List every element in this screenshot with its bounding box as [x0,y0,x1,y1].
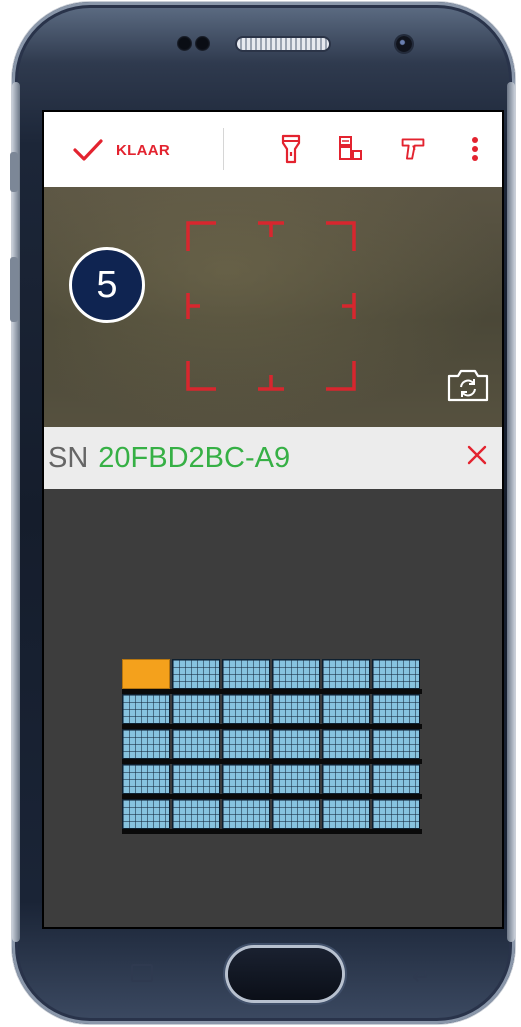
phone-right-rim [507,82,515,942]
serial-number-value: 20FBD2BC-A9 [98,441,291,474]
volume-down-button [10,257,18,322]
toolbar: KLAAR [44,112,502,188]
solar-panel[interactable] [172,694,220,724]
solar-panel[interactable] [272,694,320,724]
front-camera [396,36,412,52]
solar-panel[interactable] [172,764,220,794]
switch-camera-icon[interactable] [446,367,490,403]
solar-panel[interactable] [222,659,270,689]
flashlight-icon[interactable] [278,134,304,164]
solar-panel[interactable] [272,729,320,759]
volume-up-button [10,152,18,192]
serial-prefix: SN [48,441,89,474]
panel-grid [122,659,422,834]
solar-panel[interactable] [322,729,370,759]
solar-panel[interactable] [172,659,220,689]
scan-target-frame [186,221,356,391]
back-key: ↵ [412,964,431,989]
solar-panel[interactable] [122,694,170,724]
solar-panel[interactable] [322,659,370,689]
solar-panel[interactable] [172,729,220,759]
panel-row [122,694,422,729]
solar-panel[interactable] [222,764,270,794]
solar-panel[interactable] [372,799,420,829]
app-screen: KLAAR 5 SN 20FBD2BC-A9 [42,110,504,929]
toolbar-divider [223,128,224,170]
solar-panel[interactable] [322,694,370,724]
solar-panel[interactable] [122,729,170,759]
done-label: KLAAR [116,141,170,159]
solar-panel[interactable] [372,694,420,724]
step-number-badge: 5 [69,247,145,323]
panel-row [122,659,422,694]
solar-panel[interactable] [272,659,320,689]
sensor-dots [177,36,213,56]
solar-panel[interactable] [322,799,370,829]
serial-number-bar: SN 20FBD2BC-A9 [44,427,502,489]
phone-left-rim [12,82,20,942]
recent-apps-key [127,964,153,984]
home-button [228,948,342,1000]
solar-panel[interactable] [272,764,320,794]
solar-panel-selected[interactable] [122,659,170,689]
done-button[interactable]: KLAAR [72,130,170,170]
panel-layout-area [44,489,502,927]
solar-panel[interactable] [372,729,420,759]
solar-panel[interactable] [222,799,270,829]
solar-panel[interactable] [222,694,270,724]
solar-panel[interactable] [372,764,420,794]
panel-row [122,729,422,764]
solar-panel[interactable] [272,799,320,829]
solar-panel[interactable] [322,764,370,794]
barcode-scanner-icon[interactable] [400,134,426,164]
earpiece-speaker [237,38,329,50]
scan-mode-icon[interactable] [337,134,363,164]
more-vert-icon[interactable] [468,134,482,164]
solar-panel[interactable] [172,799,220,829]
solar-panel[interactable] [372,659,420,689]
solar-panel[interactable] [122,799,170,829]
solar-panel[interactable] [222,729,270,759]
solar-panel[interactable] [122,764,170,794]
camera-viewfinder[interactable]: 5 [44,187,502,427]
close-icon [467,445,487,465]
clear-serial-button[interactable] [462,442,492,472]
panel-row [122,764,422,799]
checkmark-icon [73,139,103,161]
panel-row [122,799,422,834]
